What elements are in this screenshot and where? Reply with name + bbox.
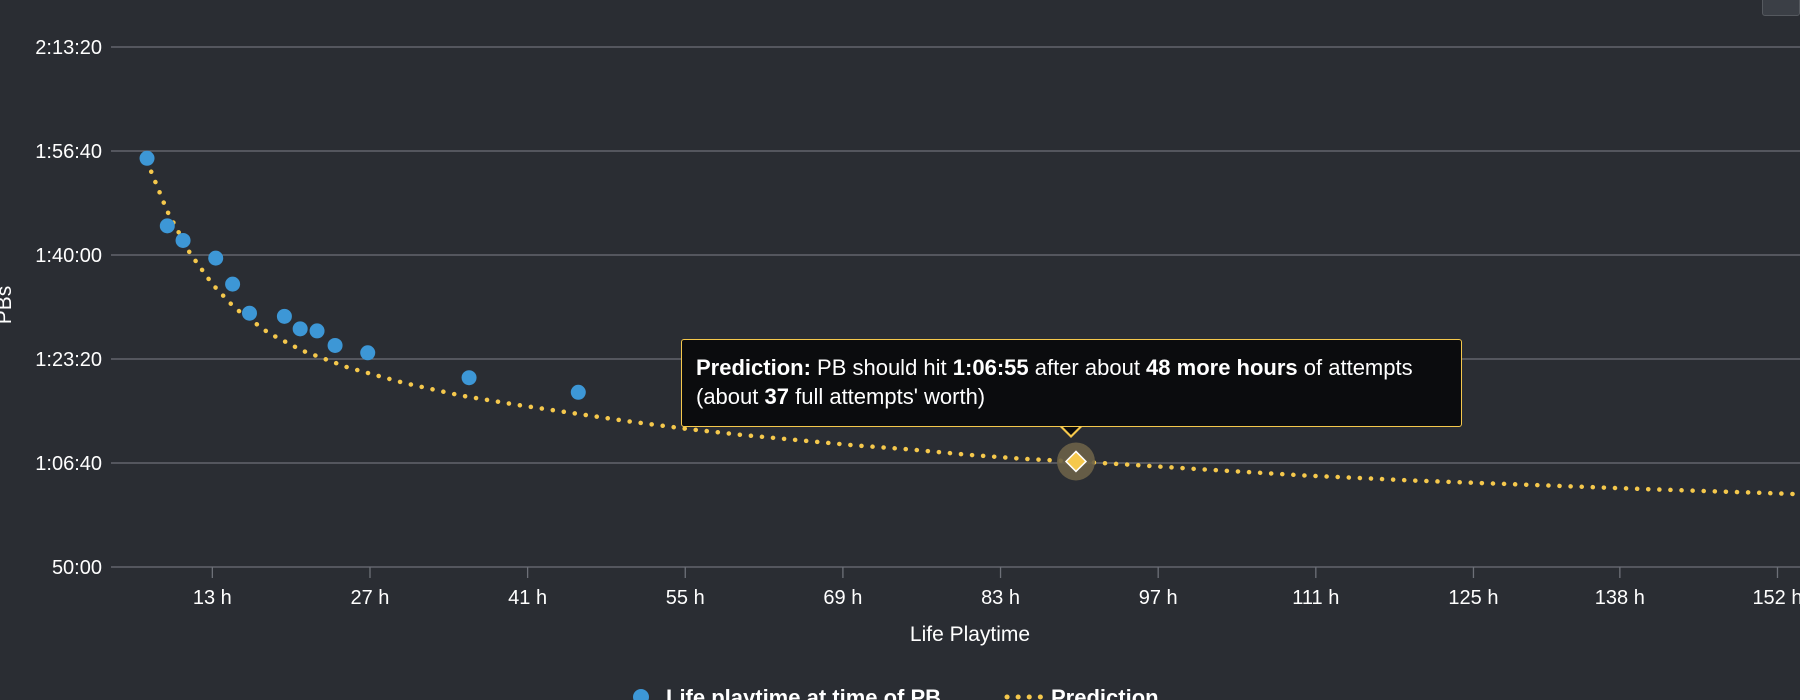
tooltip-label: Prediction:: [696, 355, 811, 380]
x-tick-label: 111 h: [1292, 587, 1339, 609]
pb-point[interactable]: [292, 321, 308, 337]
x-tick-label: 69 h: [823, 587, 862, 609]
tooltip-text-1: PB should hit: [810, 355, 953, 380]
pb-point[interactable]: [208, 250, 224, 266]
x-tick-label: 83 h: [981, 587, 1020, 609]
prediction-line-layer: [144, 159, 1800, 497]
pb-point[interactable]: [461, 370, 477, 386]
y-tick-label: 1:06:40: [35, 453, 102, 475]
legend-pb-label: Life playtime at time of PB: [666, 685, 941, 700]
legend-prediction-label: Prediction: [1051, 685, 1159, 700]
x-tick-label: 27 h: [351, 587, 390, 609]
legend-pb-marker: [633, 689, 649, 700]
y-tick-label: 1:40:00: [35, 245, 102, 267]
x-tick-label: 13 h: [193, 587, 232, 609]
x-tick-label: 152 h: [1752, 587, 1800, 609]
x-axis-title: Life Playtime: [910, 623, 1030, 646]
tooltip-text-4: (about: [696, 384, 765, 409]
x-axis-ticks: 13 h 27 h 41 h 55 h 69 h 83 h 97 h 111 h 125 h 13…: [193, 567, 1800, 609]
pb-point[interactable]: [241, 305, 257, 321]
tooltip-line-2: (about 37 full attempts' worth): [696, 382, 1447, 411]
prediction-line: [144, 159, 1800, 497]
chart-menu-button[interactable]: [1762, 0, 1800, 16]
prediction-highlight-layer[interactable]: [1056, 442, 1095, 481]
pb-point[interactable]: [309, 323, 325, 339]
tooltip-time: 1:06:55: [952, 355, 1029, 380]
x-tick-label: 97 h: [1139, 587, 1178, 609]
y-tick-label: 1:23:20: [35, 349, 102, 371]
y-tick-label: 2:13:20: [35, 37, 102, 59]
pb-point[interactable]: [276, 308, 292, 324]
pb-point[interactable]: [225, 276, 241, 292]
tooltip-count: 37: [764, 384, 789, 409]
pb-point[interactable]: [327, 337, 343, 353]
y-axis-ticks: 2:13:20 1:56:40 1:40:00 1:23:20 1:06:40 50:00: [35, 37, 102, 579]
legend-item-pb[interactable]: Life playtime at time of PB: [633, 685, 941, 700]
pb-point[interactable]: [570, 384, 586, 400]
legend: Life playtime at time of PB Prediction: [633, 685, 1159, 700]
y-tick-label: 1:56:40: [35, 141, 102, 163]
x-tick-label: 125 h: [1448, 587, 1498, 609]
tooltip-hours: 48 more hours: [1146, 355, 1298, 380]
tooltip-text-2: after about: [1028, 355, 1147, 380]
y-tick-label: 50:00: [52, 557, 102, 579]
x-tick-label: 55 h: [666, 587, 705, 609]
prediction-tooltip: Prediction: PB should hit 1:06:55 after …: [681, 339, 1462, 427]
y-axis-title: PBs: [0, 286, 16, 325]
pb-point[interactable]: [159, 218, 175, 234]
tooltip-text-3: of attempts: [1297, 355, 1413, 380]
gridlines: [111, 46, 1800, 568]
x-tick-label: 138 h: [1595, 587, 1645, 609]
legend-item-prediction[interactable]: Prediction: [1004, 685, 1159, 700]
pb-points-layer[interactable]: [139, 150, 586, 400]
tooltip-text-5: full attempts' worth): [788, 384, 986, 409]
pb-point[interactable]: [175, 232, 191, 248]
pb-point[interactable]: [360, 345, 376, 361]
x-tick-label: 41 h: [508, 587, 547, 609]
pb-point[interactable]: [139, 150, 155, 166]
tooltip-line-1: Prediction: PB should hit 1:06:55 after …: [696, 353, 1447, 382]
